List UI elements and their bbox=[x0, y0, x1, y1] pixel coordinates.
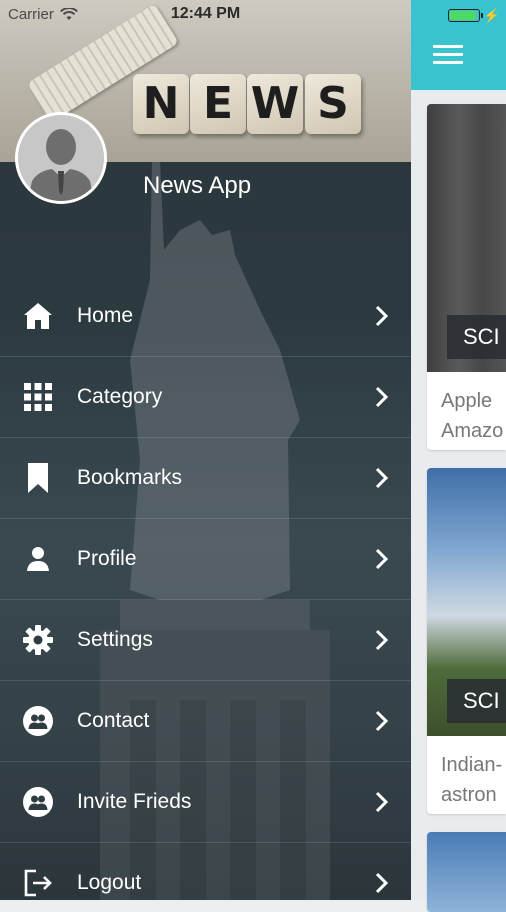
battery-icon bbox=[447, 8, 483, 22]
navigation-drawer: N E W S Carrier 12:44 PM News App Home C… bbox=[0, 0, 411, 900]
chevron-right-icon bbox=[375, 467, 389, 489]
news-card[interactable]: SCI Indian- astron bbox=[427, 468, 506, 814]
charging-icon: ⚡ bbox=[483, 7, 500, 23]
menu-item-logout[interactable]: Logout bbox=[0, 843, 411, 900]
chevron-right-icon bbox=[375, 710, 389, 732]
avatar[interactable] bbox=[15, 112, 107, 204]
grid-icon bbox=[24, 383, 52, 411]
home-icon bbox=[24, 303, 52, 329]
menu-item-label: Category bbox=[77, 385, 163, 408]
menu-item-label: Invite Frieds bbox=[77, 790, 192, 813]
chevron-right-icon bbox=[375, 386, 389, 408]
news-letter-cube: W bbox=[247, 74, 303, 134]
news-letter-cube: E bbox=[190, 74, 246, 134]
status-time: 12:44 PM bbox=[170, 5, 241, 22]
category-badge: SCI bbox=[447, 679, 506, 723]
bookmark-icon bbox=[28, 463, 48, 493]
menu-item-label: Home bbox=[77, 304, 134, 327]
menu-item-label: Profile bbox=[77, 547, 137, 570]
menu-toggle-button[interactable] bbox=[433, 45, 463, 65]
menu-item-invite-friends[interactable]: Invite Frieds bbox=[0, 762, 411, 843]
news-card-title: Indian- astron bbox=[441, 754, 503, 806]
chevron-right-icon bbox=[375, 872, 389, 894]
menu-item-profile[interactable]: Profile bbox=[0, 519, 411, 600]
menu-item-label: Bookmarks bbox=[77, 466, 183, 489]
menu-item-settings[interactable]: Settings bbox=[0, 600, 411, 681]
status-bar-right: ⚡ bbox=[447, 6, 500, 24]
menu-item-home[interactable]: Home bbox=[0, 276, 411, 357]
app-name: News App bbox=[143, 172, 252, 199]
menu-item-label: Settings bbox=[77, 628, 153, 651]
user-icon bbox=[27, 547, 49, 571]
drawer-menu: Home Category Bookmarks Profile Settings… bbox=[0, 276, 411, 900]
gear-icon bbox=[23, 625, 53, 655]
news-card[interactable] bbox=[427, 832, 506, 912]
contacts-icon bbox=[23, 706, 53, 736]
user-silhouette-icon bbox=[18, 115, 104, 201]
main-content: ⚡ SCI Apple Amazo SCI Indian- astron bbox=[411, 0, 506, 912]
menu-item-label: Logout bbox=[77, 871, 142, 894]
menu-item-bookmarks[interactable]: Bookmarks bbox=[0, 438, 411, 519]
invite-icon bbox=[23, 787, 53, 817]
top-navigation-bar: ⚡ bbox=[411, 0, 506, 90]
news-card-title: Apple Amazo bbox=[441, 390, 504, 442]
menu-item-category[interactable]: Category bbox=[0, 357, 411, 438]
logout-icon bbox=[24, 869, 52, 897]
news-letter-cube: N bbox=[133, 74, 189, 134]
chevron-right-icon bbox=[375, 548, 389, 570]
chevron-right-icon bbox=[375, 791, 389, 813]
menu-item-contact[interactable]: Contact bbox=[0, 681, 411, 762]
menu-item-label: Contact bbox=[77, 709, 150, 732]
news-letter-cube: S bbox=[305, 74, 361, 134]
chevron-right-icon bbox=[375, 629, 389, 651]
news-card[interactable]: SCI Apple Amazo bbox=[427, 104, 506, 450]
chevron-right-icon bbox=[375, 305, 389, 327]
category-badge: SCI bbox=[447, 315, 506, 359]
news-card-image bbox=[427, 832, 506, 912]
